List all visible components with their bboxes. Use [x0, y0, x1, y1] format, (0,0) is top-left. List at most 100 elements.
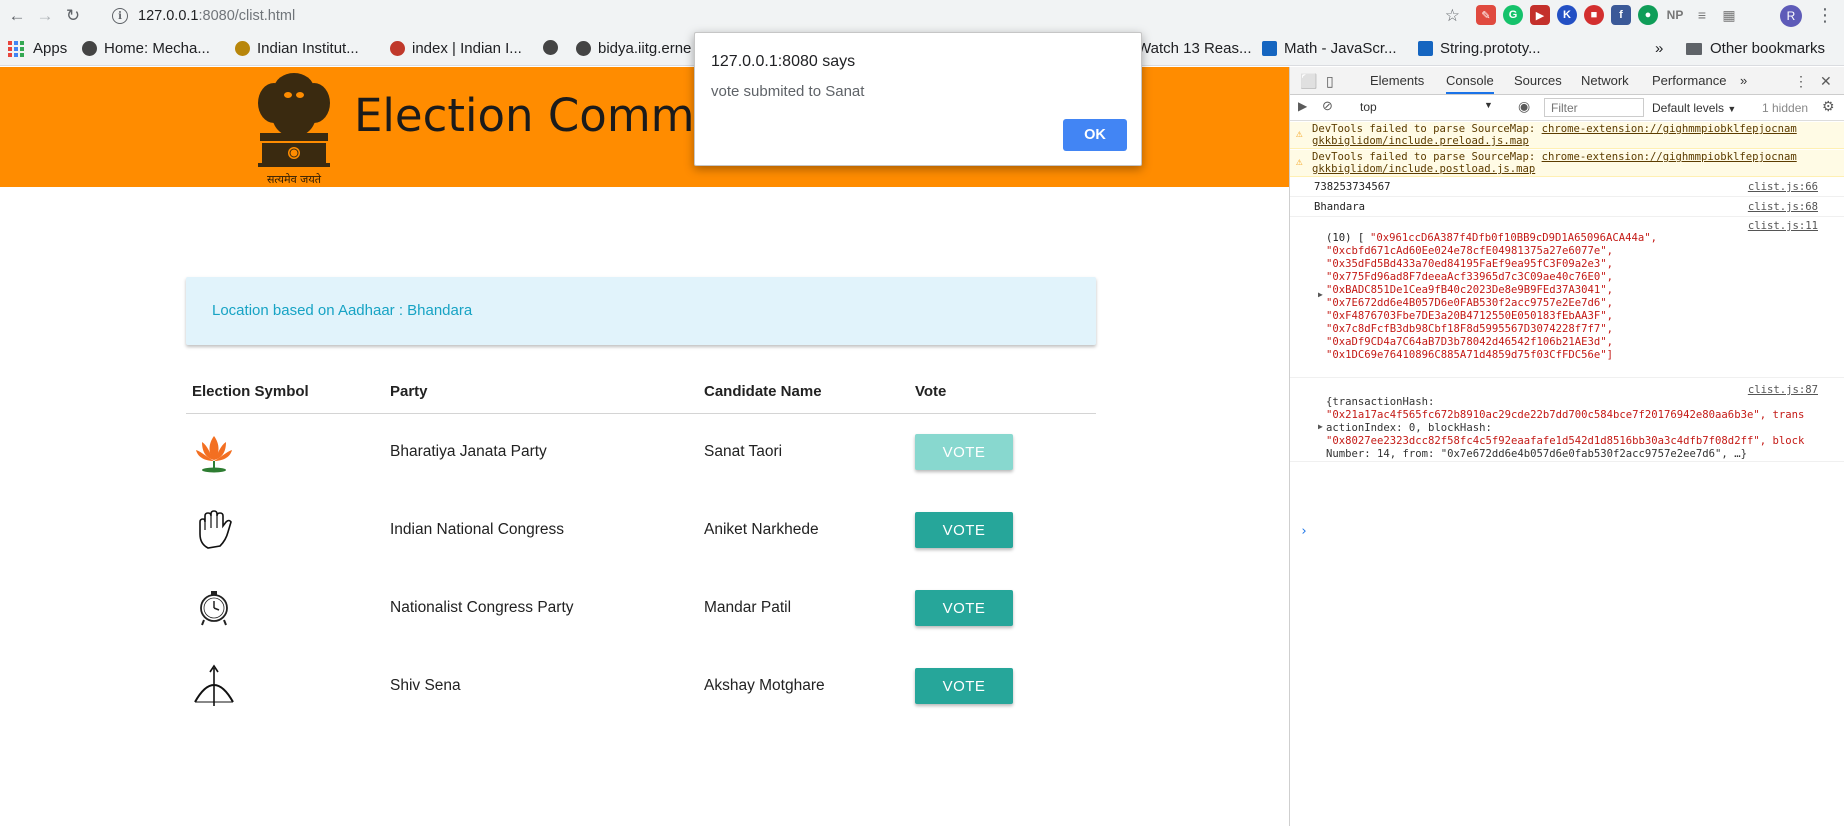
reading-list-icon[interactable]: ≡: [1692, 5, 1712, 25]
settings-gear-icon[interactable]: ⚙: [1822, 98, 1835, 115]
tab-network[interactable]: Network: [1581, 73, 1629, 88]
console-filter-bar: ▶ ⊘ top▼ ◉ Default levels ▼ 1 hidden ⚙: [1290, 95, 1844, 121]
source-link[interactable]: clist.js:68: [1748, 201, 1818, 213]
tab-elements[interactable]: Elements: [1370, 73, 1424, 88]
log-text: 738253734567: [1314, 181, 1391, 193]
table-header-row: Election Symbol Party Candidate Name Vot…: [186, 383, 1096, 414]
apps-icon: [8, 40, 24, 57]
device-toolbar-icon[interactable]: ▯: [1326, 73, 1334, 90]
reload-icon[interactable]: ↻: [62, 5, 84, 27]
bookmarks-overflow-icon[interactable]: »: [1655, 40, 1663, 57]
forward-icon[interactable]: →: [34, 5, 56, 27]
console-filter-input[interactable]: [1544, 98, 1644, 117]
alert-ok-button[interactable]: OK: [1063, 119, 1127, 151]
profile-avatar[interactable]: R: [1780, 5, 1802, 27]
party-cell: Shiv Sena: [390, 677, 461, 694]
address-bar[interactable]: i 127.0.0.1:8080/clist.html ☆: [102, 3, 1464, 29]
console-prompt[interactable]: ›: [1300, 524, 1308, 539]
console-warning: ⚠ DevTools failed to parse SourceMap: ch…: [1290, 122, 1844, 149]
bookmark-item[interactable]: Home: Mecha...: [82, 40, 210, 57]
vote-cell: VOTE: [909, 569, 1096, 647]
k-extension-icon[interactable]: K: [1557, 5, 1577, 25]
clock-icon: [200, 591, 228, 626]
video-extension-icon[interactable]: ▶: [1530, 5, 1550, 25]
console-log: Bhandara clist.js:68: [1290, 198, 1844, 217]
location-alert: Location based on Aadhaar : Bhandara: [186, 277, 1096, 345]
clear-console-icon[interactable]: ⊘: [1322, 98, 1333, 114]
bookmark-item[interactable]: Watch 13 Reas...: [1137, 40, 1252, 57]
source-link[interactable]: clist.js:66: [1748, 181, 1818, 193]
more-tabs-icon[interactable]: »: [1740, 73, 1747, 88]
tab-console[interactable]: Console: [1446, 73, 1494, 94]
alert-title: 127.0.0.1:8080 says: [711, 53, 856, 70]
vote-cell: VOTE: [909, 491, 1096, 569]
devtools-menu-icon[interactable]: ⋮: [1794, 73, 1808, 90]
globe-icon: [82, 41, 97, 56]
object-line: Number: 14, from: "0x7e672dd6e4b057d6e0f…: [1326, 448, 1747, 460]
table-row: Bharatiya Janata Party Sanat Taori VOTE: [186, 413, 1096, 491]
inspect-element-icon[interactable]: ⬜: [1300, 73, 1317, 90]
sidebar-toggle-icon[interactable]: ▶: [1298, 99, 1307, 113]
devtools-tabbar: ⬜ ▯ Elements Console Sources Network Per…: [1290, 67, 1844, 95]
array-item: "0xcbfd671cAd60Ee024e78cfE04981375a27e60…: [1326, 245, 1614, 257]
vote-button-sanat-taori[interactable]: VOTE: [915, 434, 1013, 471]
console-output: ⚠ DevTools failed to parse SourceMap: ch…: [1290, 122, 1844, 826]
tab-sources[interactable]: Sources: [1514, 73, 1562, 88]
tab-performance[interactable]: Performance: [1652, 73, 1726, 88]
grammarly-icon[interactable]: G: [1503, 5, 1523, 25]
hidden-count: 1 hidden: [1762, 101, 1809, 115]
sourcemap-link[interactable]: gkkbiglidom/include.preload.js.map: [1312, 135, 1529, 148]
symbol-cell: [186, 491, 384, 569]
favicon-icon: [1262, 41, 1277, 56]
table-row: Indian National Congress Aniket Narkhede…: [186, 491, 1096, 569]
stop-extension-icon[interactable]: ■: [1584, 5, 1604, 25]
bookmark-item[interactable]: bidya.iitg.erne: [576, 40, 691, 57]
location-extension-icon[interactable]: ●: [1638, 5, 1658, 25]
context-select[interactable]: top ▼: [1360, 100, 1510, 114]
favicon-icon: [1418, 41, 1433, 56]
log-levels-select[interactable]: Default levels ▼: [1652, 101, 1736, 115]
source-link[interactable]: clist.js:11: [1748, 220, 1818, 232]
expand-triangle-icon[interactable]: ▶: [1318, 290, 1323, 299]
back-icon[interactable]: ←: [6, 5, 28, 27]
candidate-cell: Akshay Motghare: [704, 677, 825, 694]
vote-button-mandar-patil[interactable]: VOTE: [915, 590, 1013, 626]
sourcemap-link[interactable]: gkkbiglidom/include.postload.js.map: [1312, 163, 1535, 176]
object-line: "0x21a17ac4f565fc672b8910ac29cde22b7dd70…: [1326, 409, 1805, 421]
candidate-table: Election Symbol Party Candidate Name Vot…: [186, 383, 1096, 725]
facebook-icon[interactable]: f: [1611, 5, 1631, 25]
eye-icon[interactable]: ◉: [1518, 98, 1530, 115]
vote-button-aniket-narkhede[interactable]: VOTE: [915, 512, 1013, 548]
bookmark-item[interactable]: Math - JavaScr...: [1262, 40, 1397, 57]
close-devtools-icon[interactable]: ✕: [1820, 73, 1832, 90]
table-row: Shiv Sena Akshay Motghare VOTE: [186, 647, 1096, 725]
symbol-cell: [186, 569, 384, 647]
vote-button-akshay-motghare[interactable]: VOTE: [915, 668, 1013, 704]
info-icon[interactable]: i: [112, 8, 128, 24]
expand-triangle-icon[interactable]: ▶: [1318, 422, 1323, 431]
bookmark-apps[interactable]: Apps: [8, 40, 67, 57]
puzzle-icon[interactable]: ▦: [1719, 5, 1739, 25]
sourcemap-link[interactable]: chrome-extension://gighmmpiobklfepjocnam: [1542, 151, 1797, 163]
header-vote: Vote: [909, 383, 1096, 414]
bookmark-item[interactable]: String.prototy...: [1418, 40, 1541, 57]
hand-icon: [199, 510, 232, 549]
bookmark-item[interactable]: Indian Institut...: [235, 40, 359, 57]
national-emblem-icon: सत्यमेव जयते: [258, 73, 330, 186]
sourcemap-link[interactable]: chrome-extension://gighmmpiobklfepjocnam: [1542, 123, 1797, 135]
np-extension-icon[interactable]: NP: [1665, 5, 1685, 25]
object-line: actionIndex: 0, blockHash:: [1326, 422, 1492, 434]
bookmark-star-icon[interactable]: ☆: [1445, 6, 1460, 26]
alert-dialog: 127.0.0.1:8080 says vote submited to San…: [694, 32, 1142, 166]
source-link[interactable]: clist.js:87: [1748, 384, 1818, 396]
party-cell: Bharatiya Janata Party: [390, 443, 547, 461]
bookmark-item[interactable]: index | Indian I...: [390, 40, 522, 57]
bookmark-item[interactable]: [543, 40, 565, 55]
extension-icon[interactable]: ✎: [1476, 5, 1496, 25]
header-election-symbol: Election Symbol: [186, 383, 384, 414]
alert-message: vote submited to Sanat: [711, 83, 865, 100]
other-bookmarks[interactable]: Other bookmarks: [1686, 40, 1825, 57]
location-text: Location based on Aadhaar : Bhandara: [212, 302, 473, 319]
emblem-motto: सत्यमेव जयते: [267, 173, 322, 186]
browser-menu-icon[interactable]: ⋮: [1816, 5, 1834, 26]
